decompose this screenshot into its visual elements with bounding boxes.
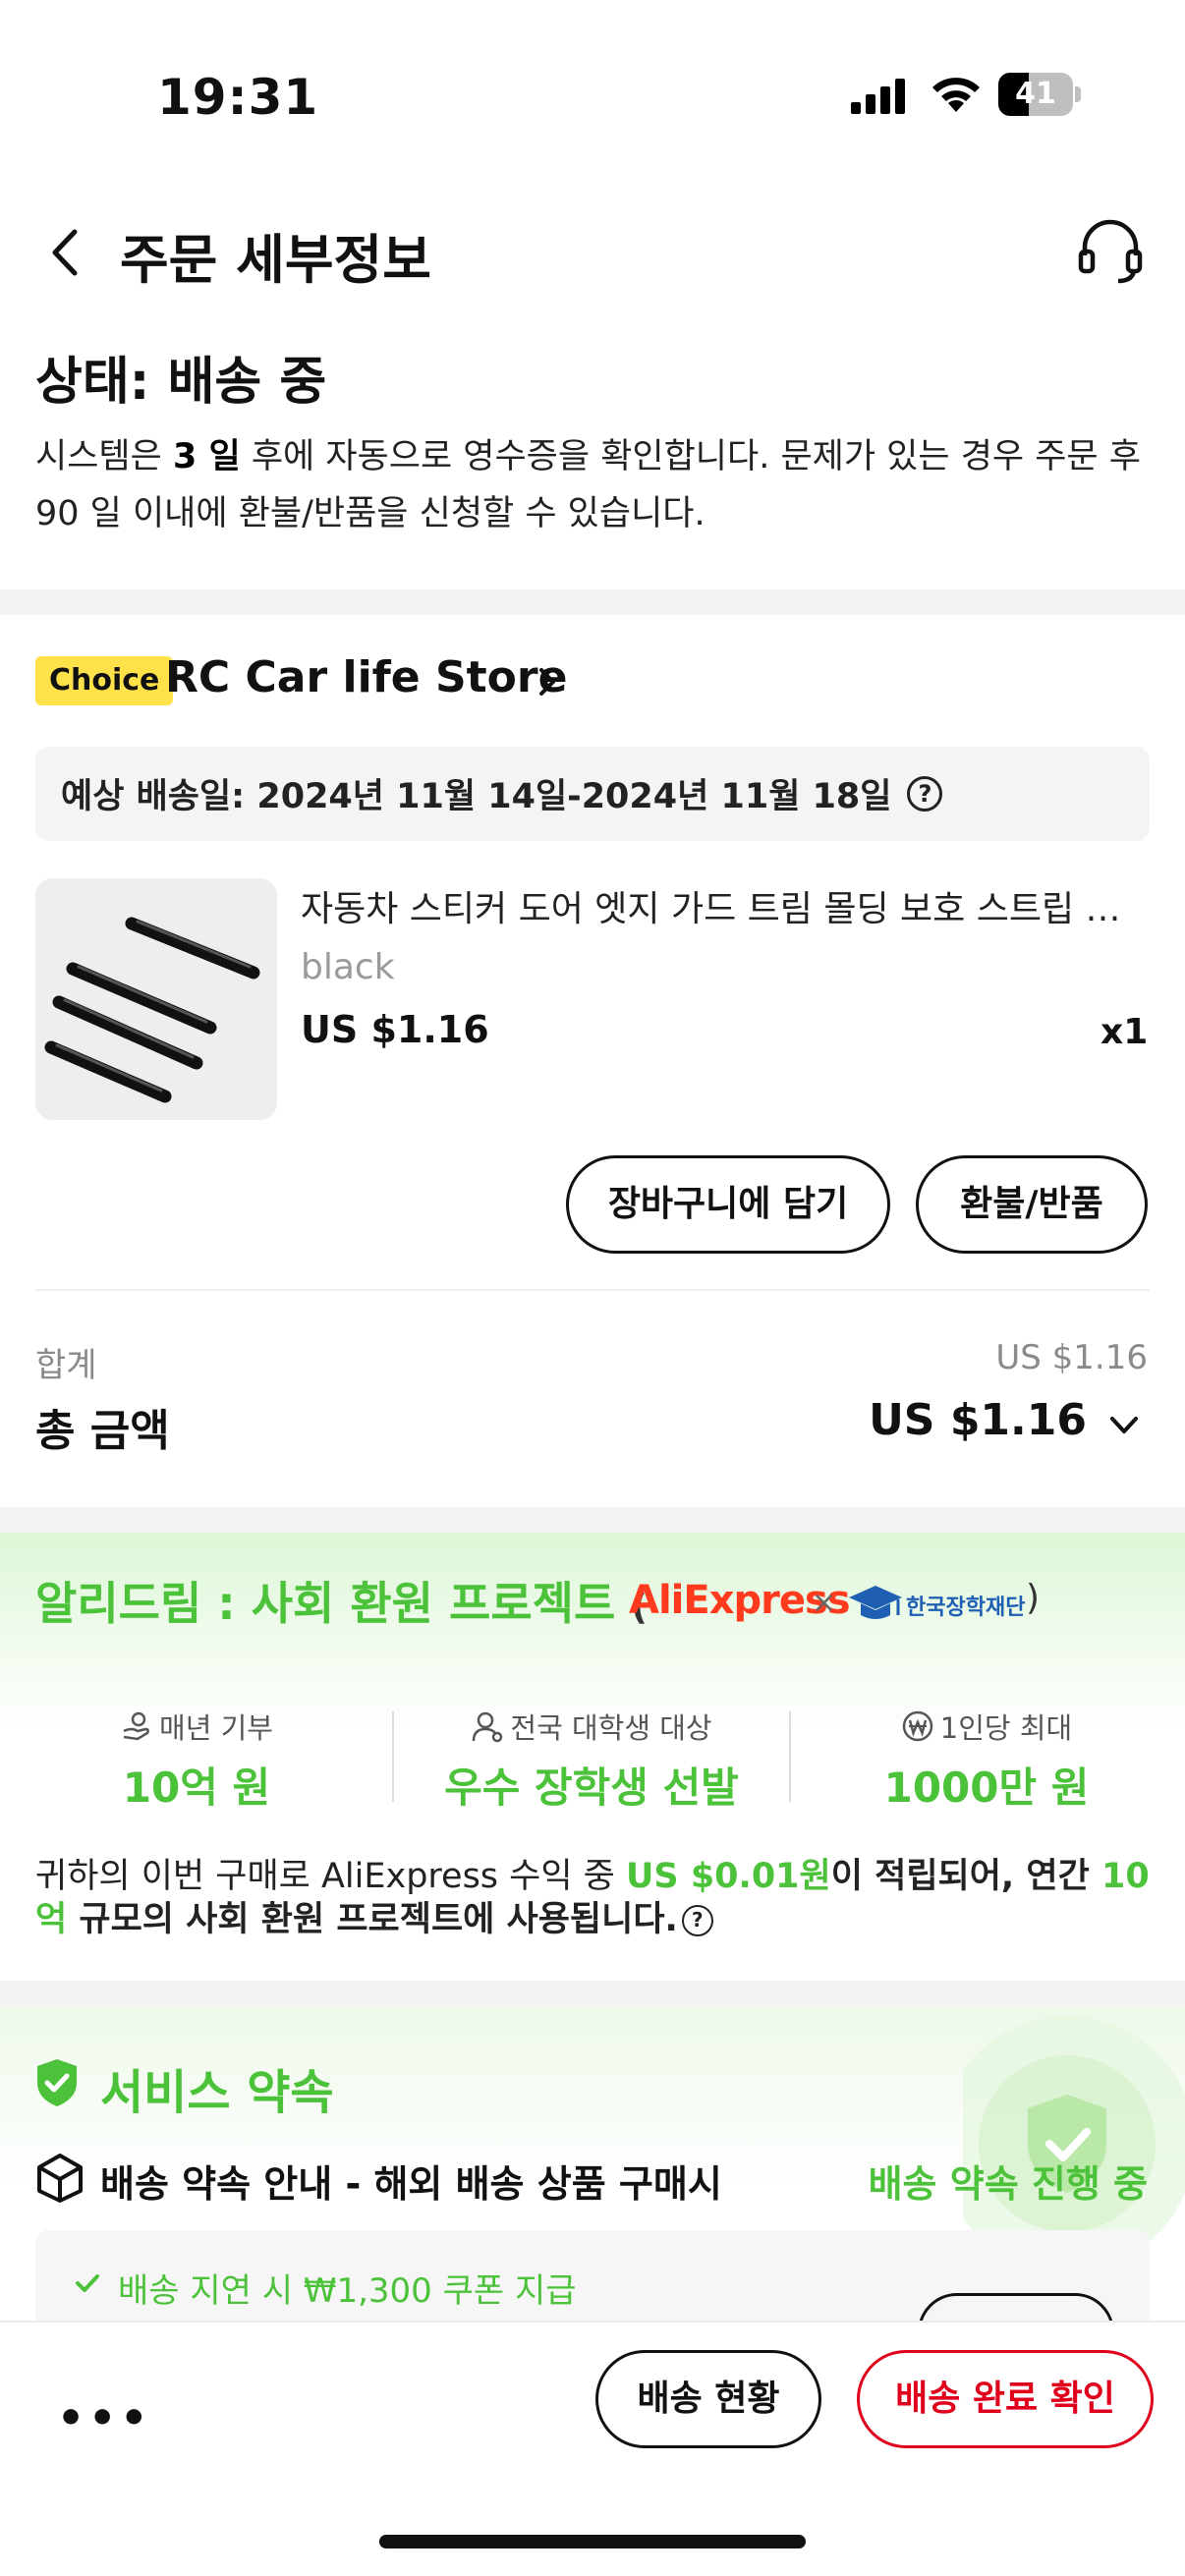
choice-badge: Choice [35,656,174,705]
stat-value: 우수 장학생 선발 [444,1764,739,1812]
stat-label: 매년 기부 [159,1711,273,1745]
stat-label: 전국 대학생 대상 [510,1711,712,1745]
product-name[interactable]: 자동차 스티커 도어 엣지 가드 트림 몰딩 보호 스트립 스크래치 방지 [301,880,1152,931]
page-title: 주문 세부정보 [120,229,431,291]
subtotal-value: US $1.16 [995,1338,1148,1377]
battery-icon: 41 [998,73,1081,116]
divider [789,1711,791,1802]
ali-dream-title: 알리드림 : 사회 환원 프로젝트 ( [35,1577,648,1630]
divider [35,1289,1150,1291]
more-options-icon[interactable]: ••• [57,2393,151,2443]
won-icon [902,1710,933,1742]
order-status-description: 시스템은 3 일 후에 자동으로 영수증을 확인합니다. 문제가 있는 경우 주… [35,437,1141,533]
check-icon [76,2274,99,2292]
subtotal-label: 합계 [35,1346,97,1385]
wifi-icon [932,78,980,112]
track-shipment-button[interactable]: 배송 현황 [595,2350,821,2448]
divider [392,1711,394,1802]
package-icon [37,2154,83,2203]
service-title: 서비스 약속 [100,2065,334,2120]
product-quantity: x1 [1100,1012,1149,1052]
help-icon[interactable]: ? [681,1905,713,1936]
product-thumbnail[interactable] [35,878,277,1120]
student-icon [473,1711,503,1743]
stat-value: 10억 원 [122,1764,271,1812]
delivery-promise-item: 배송 지연 시 ₩1,300 쿠폰 지급 [118,2271,577,2311]
donate-icon [123,1711,149,1741]
store-name-link[interactable]: RC Car life Store [165,652,567,702]
stat-target-students: 전국 대학생 대상 우수 장학생 선발 [415,1706,768,1815]
back-arrow-icon[interactable] [43,224,88,281]
battery-level: 41 [1015,77,1056,111]
add-to-cart-button[interactable]: 장바구니에 담기 [566,1155,890,1254]
home-indicator[interactable] [379,2535,806,2548]
help-icon[interactable]: ? [907,775,943,812]
shield-check-icon [37,2059,77,2106]
chevron-right-icon[interactable] [536,664,559,700]
stat-label: 1인당 최대 [939,1711,1073,1745]
status-time: 19:31 [157,69,319,126]
delivery-estimate: 예상 배송일: 2024년 11월 14일-2024년 11월 18일 ? [61,768,943,818]
stat-max-per-person: 1인당 최대 1000만 원 [810,1706,1163,1815]
ali-dream-description: 귀하의 이번 구매로 AliExpress 수익 중 US $0.01원이 적립… [35,1857,1150,1939]
confirm-delivery-button[interactable]: 배송 완료 확인 [857,2350,1154,2448]
total-value[interactable]: US $1.16 [869,1395,1087,1445]
delivery-promise-title: 배송 약속 안내 - 해외 배송 상품 구매시 [100,2162,722,2206]
times-symbol: × [812,1586,837,1620]
korea-scholarship-foundation-logo: 한국장학재단 [847,1578,1025,1627]
section-separator [0,1507,1185,1533]
refund-return-button[interactable]: 환불/반품 [916,1155,1148,1254]
headset-support-icon[interactable] [1075,216,1146,285]
cellular-signal-icon [851,79,906,114]
product-variant: black [301,947,395,987]
stat-annual-donation: 매년 기부 10억 원 [20,1706,373,1815]
paren-close: ) [1026,1578,1041,1618]
chevron-down-icon[interactable] [1106,1411,1142,1440]
delivery-promise-status: 배송 약속 진행 중 [868,2162,1148,2206]
order-status-title: 상태: 배송 중 [35,353,327,412]
stat-value: 1000만 원 [883,1764,1090,1812]
product-price: US $1.16 [301,1008,489,1051]
section-separator [0,589,1185,615]
total-label: 총 금액 [35,1406,170,1456]
